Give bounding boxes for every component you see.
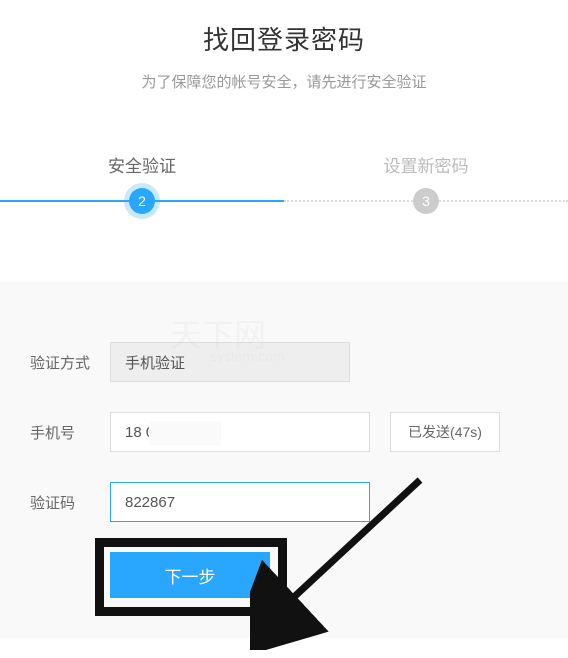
step-label-verify: 安全验证 [0,152,284,177]
code-label: 验证码 [30,492,110,513]
verify-method-value: 手机验证 [110,342,350,382]
form-panel: 验证方式 手机验证 手机号 18 02 已发送(47s) 验证码 下一步 [0,282,568,638]
next-button[interactable]: 下一步 [110,552,270,598]
phone-label: 手机号 [30,422,110,443]
page-title: 找回登录密码 [0,20,568,57]
step-progress: 安全验证 2 设置新密码 3 [0,152,568,222]
step-badge-newpassword: 3 [413,188,439,214]
step-badge-verify: 2 [129,188,155,214]
code-input[interactable] [110,482,370,522]
step-label-newpassword: 设置新密码 [284,152,568,177]
verify-method-label: 验证方式 [30,352,110,373]
resend-button[interactable]: 已发送(47s) [390,412,500,452]
phone-mask [149,421,221,445]
page-subtitle: 为了保障您的帐号安全，请先进行安全验证 [0,71,568,92]
phone-value: 18 02 [110,412,370,452]
